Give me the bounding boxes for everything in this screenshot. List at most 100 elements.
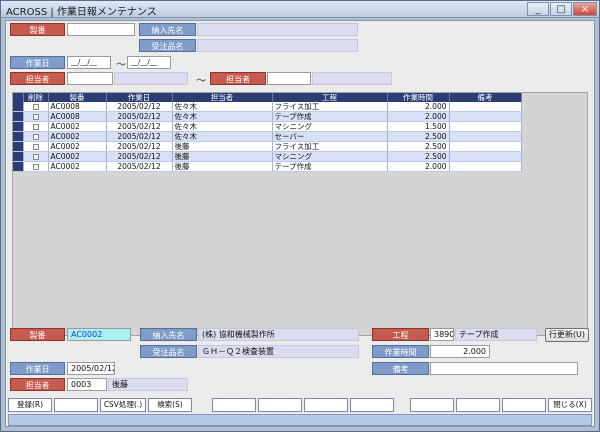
- cell-date[interactable]: 2005/02/12: [106, 161, 173, 172]
- function-key-11[interactable]: [502, 398, 546, 412]
- cell-jikan[interactable]: 2.000: [387, 161, 450, 172]
- cell-jikan[interactable]: 2.000: [387, 102, 450, 112]
- cell-date[interactable]: 2005/02/12: [106, 121, 173, 132]
- cell-kotei[interactable]: セーバー: [272, 131, 388, 142]
- row-update-button[interactable]: 行更新(U): [545, 328, 589, 342]
- column-header[interactable]: 削除: [23, 93, 49, 102]
- table-row[interactable]: AC0002 2005/02/12 後藤 マシニング 2.500: [13, 151, 522, 162]
- delete-checkbox[interactable]: [23, 131, 49, 142]
- cell-tanto[interactable]: 後藤: [172, 151, 273, 162]
- function-key-5[interactable]: [212, 398, 256, 412]
- cell-date[interactable]: 2005/02/12: [106, 151, 173, 162]
- cell-biko[interactable]: [449, 151, 522, 162]
- cell-date[interactable]: 2005/02/12: [106, 102, 173, 112]
- detail-kotei-code-input[interactable]: 3890: [430, 328, 454, 341]
- cell-jikan[interactable]: 2.500: [387, 151, 450, 162]
- date-range-tilde: ～: [116, 60, 126, 71]
- cell-biko[interactable]: [449, 141, 522, 152]
- cell-jikan[interactable]: 2.500: [387, 131, 450, 142]
- delete-checkbox[interactable]: [23, 161, 49, 172]
- cell-kotei[interactable]: フライス加工: [272, 141, 388, 152]
- table-row[interactable]: AC0002 2005/02/12 後藤 フライス加工 2.500: [13, 141, 522, 152]
- function-key-6[interactable]: [258, 398, 302, 412]
- column-header[interactable]: 担当者: [172, 93, 273, 102]
- table-row[interactable]: AC0002 2005/02/12 佐々木 マシニング 1.500: [13, 121, 522, 132]
- cell-jikan[interactable]: 2.000: [387, 111, 450, 122]
- table-row[interactable]: AC0008 2005/02/12 佐々木 フライス加工 2.000: [13, 102, 522, 112]
- cell-biko[interactable]: [449, 161, 522, 172]
- row-selector[interactable]: [13, 161, 24, 172]
- function-key-2[interactable]: [54, 398, 98, 412]
- row-selector[interactable]: [13, 111, 24, 122]
- row-selector[interactable]: [13, 121, 24, 132]
- cell-seiban[interactable]: AC0002: [48, 131, 107, 142]
- cell-biko[interactable]: [449, 102, 522, 112]
- delete-checkbox[interactable]: [23, 102, 49, 112]
- delete-checkbox[interactable]: [23, 151, 49, 162]
- search-tanto-to-input[interactable]: [267, 72, 311, 85]
- cell-tanto[interactable]: 佐々木: [172, 121, 273, 132]
- column-header[interactable]: 作業日: [106, 93, 173, 102]
- delete-checkbox[interactable]: [23, 121, 49, 132]
- row-selector[interactable]: [13, 102, 24, 112]
- grid-header-row: 削除 製番 作業日 担当者 工程 作業時間 備考: [13, 93, 522, 102]
- column-header[interactable]: 製番: [48, 93, 107, 102]
- row-selector[interactable]: [13, 141, 24, 152]
- cell-biko[interactable]: [449, 131, 522, 142]
- cell-kotei[interactable]: マシニング: [272, 151, 388, 162]
- cell-kotei[interactable]: マシニング: [272, 121, 388, 132]
- cell-seiban[interactable]: AC0008: [48, 111, 107, 122]
- cell-jikan[interactable]: 1.500: [387, 121, 450, 132]
- search-tanto-from-input[interactable]: [67, 72, 113, 85]
- search-button[interactable]: 検索(S): [148, 398, 192, 412]
- detail-sagyobi-input[interactable]: 2005/02/12: [67, 362, 115, 375]
- close-window-button[interactable]: ×: [573, 2, 597, 16]
- cell-biko[interactable]: [449, 121, 522, 132]
- search-date-to-input[interactable]: __/__/__: [127, 56, 171, 69]
- search-seiban-input[interactable]: [67, 23, 135, 36]
- table-row[interactable]: AC0008 2005/02/12 佐々木 テープ作成 2.000: [13, 111, 522, 122]
- cell-date[interactable]: 2005/02/12: [106, 111, 173, 122]
- cell-seiban[interactable]: AC0002: [48, 141, 107, 152]
- cell-seiban[interactable]: AC0002: [48, 151, 107, 162]
- function-key-9[interactable]: [410, 398, 454, 412]
- cell-kotei[interactable]: テープ作成: [272, 161, 388, 172]
- row-selector[interactable]: [13, 151, 24, 162]
- cell-jikan[interactable]: 2.500: [387, 141, 450, 152]
- cell-date[interactable]: 2005/02/12: [106, 141, 173, 152]
- function-key-8[interactable]: [350, 398, 394, 412]
- column-header[interactable]: 作業時間: [387, 93, 450, 102]
- column-header[interactable]: 備考: [449, 93, 522, 102]
- delete-checkbox[interactable]: [23, 111, 49, 122]
- table-row[interactable]: AC0002 2005/02/12 佐々木 セーバー 2.500: [13, 131, 522, 142]
- detail-seiban-input[interactable]: AC0002: [67, 328, 131, 341]
- search-date-from-input[interactable]: __/__/__: [67, 56, 111, 69]
- csv-export-button[interactable]: CSV処理(.): [100, 398, 146, 412]
- search-juchu-label: 受注品名: [139, 39, 196, 52]
- cell-seiban[interactable]: AC0002: [48, 121, 107, 132]
- close-button[interactable]: 閉じる(X): [548, 398, 592, 412]
- detail-jikan-input[interactable]: 2.000: [430, 345, 490, 358]
- cell-date[interactable]: 2005/02/12: [106, 131, 173, 142]
- detail-tanto-code-input[interactable]: 0003: [67, 378, 107, 391]
- cell-kotei[interactable]: テープ作成: [272, 111, 388, 122]
- cell-seiban[interactable]: AC0008: [48, 102, 107, 112]
- row-selector[interactable]: [13, 131, 24, 142]
- maximize-button[interactable]: □: [550, 2, 572, 16]
- cell-tanto[interactable]: 後藤: [172, 141, 273, 152]
- minimize-button[interactable]: _: [527, 2, 549, 16]
- cell-tanto[interactable]: 佐々木: [172, 131, 273, 142]
- cell-tanto[interactable]: 佐々木: [172, 102, 273, 112]
- cell-seiban[interactable]: AC0002: [48, 161, 107, 172]
- cell-biko[interactable]: [449, 111, 522, 122]
- function-key-10[interactable]: [456, 398, 500, 412]
- cell-kotei[interactable]: フライス加工: [272, 102, 388, 112]
- table-row[interactable]: AC0002 2005/02/12 後藤 テープ作成 2.000: [13, 161, 522, 172]
- function-key-7[interactable]: [304, 398, 348, 412]
- cell-tanto[interactable]: 佐々木: [172, 111, 273, 122]
- column-header[interactable]: 工程: [272, 93, 388, 102]
- register-button[interactable]: 登録(R): [8, 398, 52, 412]
- cell-tanto[interactable]: 後藤: [172, 161, 273, 172]
- delete-checkbox[interactable]: [23, 141, 49, 152]
- detail-biko-input[interactable]: [430, 362, 578, 375]
